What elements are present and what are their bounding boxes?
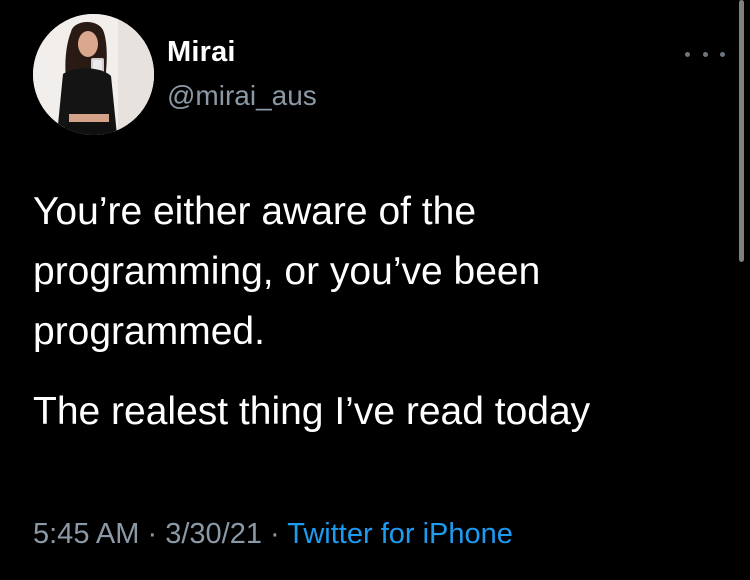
more-options-button[interactable] <box>685 44 725 64</box>
tweet-text-comment: The realest thing I’ve read today <box>33 390 591 433</box>
more-horizontal-icon-dot <box>702 51 708 57</box>
more-horizontal-icon <box>685 51 690 57</box>
more-horizontal-icon-dot <box>720 51 725 57</box>
meta-separator: · <box>270 518 280 550</box>
tweet-text: You’re either aware of the programming, … <box>33 182 713 442</box>
tweet-text-quote: You’re either aware of the programming, … <box>33 190 541 353</box>
tweet-source-link[interactable]: Twitter for iPhone <box>287 518 513 550</box>
avatar-image <box>33 14 154 135</box>
author-handle[interactable]: @mirai_aus <box>167 80 317 112</box>
tweet-metadata: 5:45 AM · 3/30/21 · Twitter for iPhone <box>33 518 513 551</box>
tweet-time[interactable]: 5:45 AM <box>33 518 139 550</box>
meta-separator: · <box>147 518 158 550</box>
avatar[interactable] <box>33 14 154 135</box>
tweet: Mirai @mirai_aus You’re either aware of … <box>0 0 750 580</box>
tweet-date[interactable]: 3/30/21 <box>165 518 262 550</box>
author-display-name[interactable]: Mirai <box>167 36 236 69</box>
scrollbar[interactable] <box>739 0 744 262</box>
